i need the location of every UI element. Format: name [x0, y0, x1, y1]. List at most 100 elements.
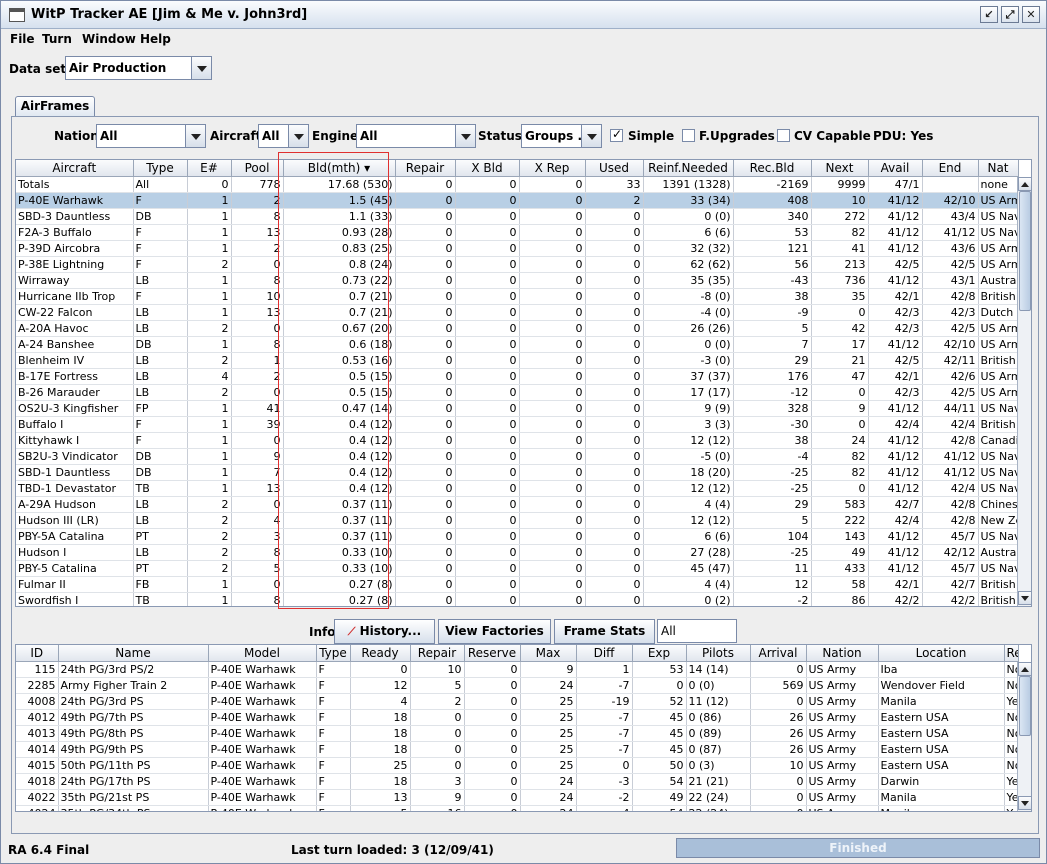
airframe-col-header[interactable]: Reinf.Needed	[643, 160, 734, 177]
minimize-icon[interactable]: ↙	[980, 6, 998, 23]
airframe-row[interactable]: P-38E Lightning F 2 0 0.8 (24) 0 0 0 0 62 (62) 56 2…	[16, 256, 1019, 273]
group-col-header[interactable]: Nation	[806, 645, 879, 662]
airframe-row[interactable]: OS2U-3 Kingfisher FP 1 41 0.47 (14) 0 0 0 0 9 (9)…	[16, 400, 1019, 417]
maximize-icon[interactable]: ⤢	[1001, 6, 1019, 23]
group-col-header[interactable]: ID	[16, 645, 59, 662]
airframe-row[interactable]: A-29A Hudson LB 2 0 0.37 (11) 0 0 0 0 4 (4) 29 583 4…	[16, 496, 1019, 513]
group-col-header[interactable]: Name	[58, 645, 209, 662]
tab-airframes[interactable]: AirFrames	[15, 96, 95, 117]
scroll-thumb[interactable]	[1019, 676, 1031, 736]
airframe-col-header[interactable]: End	[922, 160, 979, 177]
chevron-down-icon[interactable]	[288, 125, 308, 147]
group-col-header[interactable]: Reinf...	[1004, 645, 1019, 662]
scroll-up-icon[interactable]	[1018, 177, 1031, 191]
airframe-col-header[interactable]: X Bld	[455, 160, 520, 177]
airframe-row[interactable]: Wirraway LB 1 8 0.73 (22) 0 0 0 0 35 (35) -43 736 41…	[16, 272, 1019, 289]
airframe-row[interactable]: P-40E Warhawk F 1 2 1.5 (45) 0 0 0 2 33 (34) 408 10…	[16, 192, 1019, 209]
group-row[interactable]: 115 24th PG/3rd PS/2 P-40E Warhawk F 0 10 0 9 1 5…	[16, 661, 1019, 678]
airframe-col-header[interactable]: Repair	[395, 160, 456, 177]
menu-turn[interactable]: Turn	[42, 32, 72, 46]
info-filter-field[interactable]: All	[657, 619, 737, 643]
airframe-row[interactable]: SB2U-3 Vindicator DB 1 9 0.4 (12) 0 0 0 0 -5 (0) -…	[16, 448, 1019, 465]
airframe-row[interactable]: B-26 Marauder LB 2 0 0.5 (15) 0 0 0 0 17 (17) -12 0…	[16, 384, 1019, 401]
group-col-header[interactable]: Diff	[576, 645, 633, 662]
airframe-row[interactable]: Hudson III (LR) LB 2 4 0.37 (11) 0 0 0 0 12 (12) 5…	[16, 512, 1019, 529]
airframe-row[interactable]: CW-22 Falcon LB 1 13 0.7 (21) 0 0 0 0 -4 (0) -9 0 42…	[16, 304, 1019, 321]
group-col-header[interactable]: Type	[316, 645, 351, 662]
airframe-row[interactable]: Kittyhawk I F 1 0 0.4 (12) 0 0 0 0 12 (12) 38 24 41/…	[16, 432, 1019, 449]
airframe-col-header[interactable]: Avail	[868, 160, 923, 177]
airframe-col-header[interactable]: Used	[585, 160, 644, 177]
airframe-row[interactable]: Hudson I LB 2 8 0.33 (10) 0 0 0 0 27 (28) -25 49 41/…	[16, 544, 1019, 561]
group-row[interactable]: 4015 50th PG/11th PS P-40E Warhawk F 25 0 0 25 0…	[16, 757, 1019, 774]
group-col-header[interactable]: Max	[520, 645, 577, 662]
airframe-row[interactable]: TBD-1 Devastator TB 1 13 0.4 (12) 0 0 0 0 12 (12)…	[16, 480, 1019, 497]
airframe-col-header[interactable]: E#	[187, 160, 232, 177]
airframe-col-header[interactable]: Nat	[978, 160, 1019, 177]
airframe-row[interactable]: Blenheim IV LB 2 1 0.53 (16) 0 0 0 0 -3 (0) 29 21 42…	[16, 352, 1019, 369]
airframes-scrollbar[interactable]	[1017, 177, 1031, 606]
scroll-up-icon[interactable]	[1018, 662, 1031, 676]
groups-table[interactable]: ID Name Model Type Ready Repair Reserve Max Diff…	[15, 644, 1032, 812]
group-row[interactable]: 4008 24th PG/3rd PS P-40E Warhawk F 4 2 0 25 -19…	[16, 693, 1019, 710]
airframe-col-header[interactable]: Bld(mth) ▾	[283, 160, 396, 177]
history-button[interactable]: ⟋ History...	[334, 619, 435, 644]
airframe-row[interactable]: Totals All 0 778 17.68 (530) 0 0 0 33 1391 (1328)…	[16, 176, 1019, 193]
airframe-row[interactable]: B-17E Fortress LB 4 2 0.5 (15) 0 0 0 0 37 (37) 176…	[16, 368, 1019, 385]
airframe-row[interactable]: Swordfish I TB 1 8 0.27 (8) 0 0 0 0 0 (2) -2 86 42/2…	[16, 592, 1019, 606]
menu-file[interactable]: File	[10, 32, 35, 46]
group-row[interactable]: 402435th PG/34th PSP-40E WarhawkF5160244…	[16, 805, 1019, 811]
airframe-row[interactable]: A-20A Havoc LB 2 0 0.67 (20) 0 0 0 0 26 (26) 5 42 42…	[16, 320, 1019, 337]
nation-select[interactable]: All	[96, 124, 206, 148]
airframe-col-header[interactable]: Pool	[231, 160, 284, 177]
airframe-col-header[interactable]: X Rep	[519, 160, 586, 177]
cvcapable-checkbox[interactable]	[777, 129, 790, 142]
airframe-col-header[interactable]: Next	[811, 160, 869, 177]
group-row[interactable]: 4012 49th PG/7th PS P-40E Warhawk F 18 0 0 25 -7…	[16, 709, 1019, 726]
scroll-down-icon[interactable]	[1018, 591, 1031, 605]
airframe-row[interactable]: Hurricane IIb Trop F 1 10 0.7 (21) 0 0 0 0 -8 (0)…	[16, 288, 1019, 305]
scroll-down-icon[interactable]	[1018, 796, 1031, 810]
airframe-row[interactable]: F2A-3 Buffalo F 1 13 0.93 (28) 0 0 0 0 6 (6) 53 82 4…	[16, 224, 1019, 241]
chevron-down-icon[interactable]	[185, 125, 205, 147]
airframes-table[interactable]: Aircraft Type E# Pool Bld(mth) ▾ Repair X Bld X…	[15, 159, 1032, 607]
dataset-select[interactable]: Air Production	[65, 56, 212, 80]
simple-checkbox[interactable]	[610, 127, 623, 142]
airframe-row[interactable]: P-39D Aircobra F 1 2 0.83 (25) 0 0 0 0 32 (32) 121…	[16, 240, 1019, 257]
fupgrades-checkbox[interactable]	[682, 129, 695, 142]
engine-select[interactable]: All	[356, 124, 476, 148]
group-row[interactable]: 4022 35th PG/21st PS P-40E Warhawk F 13 9 0 24-…	[16, 789, 1019, 806]
group-col-header[interactable]: Reserve	[464, 645, 521, 662]
airframe-row[interactable]: SBD-1 Dauntless DB 1 7 0.4 (12) 0 0 0 0 18 (20) -2…	[16, 464, 1019, 481]
group-row[interactable]: 4018 24th PG/17th PS P-40E Warhawk F 18 3 0 24-…	[16, 773, 1019, 790]
group-col-header[interactable]: Location	[878, 645, 1005, 662]
title-bar[interactable]: WitP Tracker AE [Jim & Me v. John3rd] ↙ …	[1, 1, 1046, 29]
frame-stats-button[interactable]: Frame Stats	[554, 619, 655, 644]
view-factories-button[interactable]: View Factories	[438, 619, 551, 644]
group-row[interactable]: 4013 49th PG/8th PS P-40E Warhawk F 18 0 0 25 -7…	[16, 725, 1019, 742]
sort-descending-icon[interactable]: ▾	[360, 161, 370, 175]
airframe-col-header[interactable]: Type	[133, 160, 188, 177]
airframe-row[interactable]: A-24 Banshee DB 1 8 0.6 (18) 0 0 0 0 0 (0) 7 17 41/1…	[16, 336, 1019, 353]
airframe-row[interactable]: PBY-5 Catalina PT 2 5 0.33 (10) 0 0 0 0 45 (47) 11…	[16, 560, 1019, 577]
group-col-header[interactable]: Exp	[632, 645, 687, 662]
groups-scrollbar[interactable]	[1017, 662, 1031, 811]
scroll-thumb[interactable]	[1019, 191, 1031, 311]
group-col-header[interactable]: Ready	[350, 645, 411, 662]
chevron-down-icon[interactable]	[455, 125, 475, 147]
close-icon[interactable]: ✕	[1022, 6, 1040, 23]
menu-help[interactable]: Help	[140, 32, 171, 46]
group-col-header[interactable]: Arrival	[750, 645, 807, 662]
group-col-header[interactable]: Pilots	[686, 645, 751, 662]
airframe-col-header[interactable]: Rec.Bld	[733, 160, 812, 177]
group-col-header[interactable]: Repair	[410, 645, 465, 662]
airframe-row[interactable]: Buffalo I F 1 39 0.4 (12) 0 0 0 0 3 (3) -30 0 42/4 42…	[16, 416, 1019, 433]
airframe-col-header[interactable]: Aircraft	[16, 160, 134, 177]
airframe-row[interactable]: PBY-5A Catalina PT 2 3 0.37 (11) 0 0 0 0 6 (6) 104…	[16, 528, 1019, 545]
group-row[interactable]: 4014 49th PG/9th PS P-40E Warhawk F 18 0 0 25 -7…	[16, 741, 1019, 758]
aircraft-select[interactable]: All	[258, 124, 309, 148]
chevron-down-icon[interactable]	[581, 125, 601, 147]
group-row[interactable]: 2285 Army Figher Train 2 P-40E Warhawk F 12 5…	[16, 677, 1019, 694]
status-select[interactable]: Groups ...	[521, 124, 602, 148]
group-col-header[interactable]: Model	[208, 645, 317, 662]
